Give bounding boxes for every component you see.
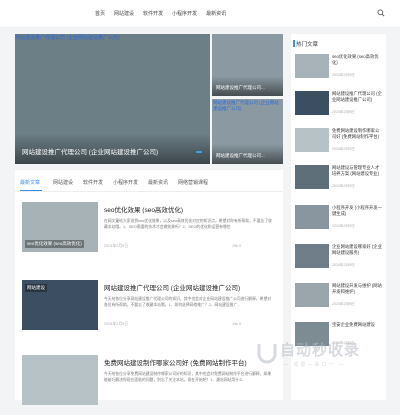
tab-news[interactable]: 最新资讯 bbox=[148, 179, 168, 186]
sidebar-article-date: 2024年2月9日 bbox=[332, 184, 355, 188]
active-tab-underline bbox=[20, 190, 42, 191]
sidebar-article-title[interactable]: 小程序开发 (小程序开发一键生成) bbox=[332, 205, 382, 223]
sidebar-article[interactable]: 网站建设与管理专业人才培养方案 (网站建设专业) 2024年2月9日 bbox=[295, 165, 383, 201]
nav-item-website[interactable]: 网站建设 bbox=[114, 10, 134, 17]
sidebar-title-marker bbox=[293, 40, 295, 47]
sidebar-article[interactable]: 网站建设推广代理公司 (企业网站建设推广公司) 2024年2月9日 bbox=[295, 91, 383, 127]
sidebar-article-title[interactable]: 企业网站建设哪家好 (企业网站建设服务) bbox=[332, 244, 382, 262]
sidebar-title: 热门文章 bbox=[296, 42, 319, 48]
sidebar-article[interactable]: 免费网站建设制作哪家公司好 (免费网站制作平台) 2024年2月9日 bbox=[295, 128, 383, 164]
watermark-subtext: — 收录—来口一 — bbox=[283, 362, 346, 368]
sidebar-article[interactable]: seo优化效果 (seo高效优化) 2024年2月9日 bbox=[295, 54, 383, 90]
article-thumbnail[interactable] bbox=[22, 355, 98, 405]
nav-item-software[interactable]: 软件开发 bbox=[143, 10, 163, 17]
side-card-caption[interactable]: 网站建设推广代理公司... bbox=[216, 85, 265, 91]
article-title[interactable]: 网站建设推广代理公司 (企业网站建设推广公司) bbox=[104, 282, 240, 292]
sidebar-article-date: 2024年2月9日 bbox=[332, 224, 355, 228]
sidebar-article-title[interactable]: 网站建设与管理专业人才培养方案 (网站建设专业) bbox=[332, 165, 382, 183]
main-nav: 首页 网站建设 软件开发 小程序开发 最新资讯 bbox=[95, 10, 226, 17]
tab-latest[interactable]: 最新文章 bbox=[20, 179, 40, 186]
sidebar-article-date: 2024年2月9日 bbox=[332, 110, 355, 114]
tab-marketing[interactable]: 网络营销课程 bbox=[178, 179, 208, 186]
article-tabs: 最新文章 网站建设 软件开发 小程序开发 最新资讯 网络营销课程 bbox=[15, 170, 283, 192]
hero-caption[interactable]: 网站建设推广代理公司 (企业网站建设推广公司) bbox=[22, 146, 158, 156]
sidebar-thumbnail[interactable] bbox=[295, 244, 329, 268]
article-title[interactable]: 免费网站建设制作哪家公司好 (免费网站制作平台) bbox=[104, 357, 247, 367]
article-thumbnail[interactable]: seo优化效果 (seo高效优化) bbox=[22, 202, 98, 252]
nav-item-miniprogram[interactable]: 小程序开发 bbox=[172, 10, 197, 17]
tab-miniprogram[interactable]: 小程序开发 bbox=[113, 179, 138, 186]
sidebar-article-date: 2024年2月9日 bbox=[332, 263, 355, 267]
sidebar-article-title[interactable]: seo优化效果 (seo高效优化) bbox=[332, 54, 382, 72]
hero-slider[interactable]: 网站建设推广代理公司 (企业网站建设推广公司) 网站建设推广代理公司 (企业网站… bbox=[15, 34, 210, 164]
sidebar-article[interactable]: 企业网站建设哪家好 (企业网站建设服务) 2024年2月9日 bbox=[295, 244, 383, 280]
thumbnail-label: 网站建设 bbox=[25, 284, 47, 292]
article-date: 2024年2月9日 bbox=[104, 244, 129, 248]
sidebar-article-title[interactable]: 网站建设推广代理公司 (企业网站建设推广公司) bbox=[332, 91, 382, 109]
sidebar-article-date: 2024年2月9日 bbox=[332, 147, 355, 151]
article-title[interactable]: seo优化效果 (seo高效优化) bbox=[104, 204, 183, 214]
watermark: 自动秒收录 — 收录—来口一 — bbox=[255, 336, 395, 376]
sidebar-thumbnail[interactable] bbox=[295, 165, 329, 189]
sidebar-thumbnail[interactable] bbox=[295, 91, 329, 115]
sidebar-article-title[interactable]: 免费网站建设制作哪家公司好 (免费网站制作平台) bbox=[332, 128, 382, 146]
article-item[interactable]: seo优化效果 (seo高效优化) seo优化效果 (seo高效优化) 在网文童… bbox=[22, 202, 278, 262]
article-item[interactable]: 网站建设 网站建设推广代理公司 (企业网站建设推广公司) 今天给各位分享网站建设… bbox=[22, 280, 278, 340]
nav-item-home[interactable]: 首页 bbox=[95, 10, 105, 17]
sidebar-thumbnail[interactable] bbox=[295, 128, 329, 152]
article-excerpt: 今天给各位分享免费网站建设制作哪家公司好的知识，其中也会对免费网站制作平台进行解… bbox=[104, 372, 272, 382]
article-meta: 19k 0 bbox=[232, 322, 242, 326]
sidebar-thumbnail[interactable] bbox=[295, 54, 329, 78]
tab-software[interactable]: 软件开发 bbox=[83, 179, 103, 186]
side-feature-card-1[interactable]: 网站建设推广代理公司... bbox=[212, 34, 283, 96]
tab-website[interactable]: 网站建设 bbox=[53, 179, 73, 186]
sidebar-article[interactable]: 网站建设开发与维护 (网站开发和维护) 2024年2月9日 bbox=[295, 283, 383, 319]
article-excerpt: 在网文童给大家说到seo优化效果，以及seo高效优化对应的知识点，希望对你有所帮… bbox=[104, 219, 272, 229]
article-thumbnail[interactable]: 网站建设 bbox=[22, 280, 98, 330]
side-feature-card-2[interactable]: 网站建设推广代理公司 (企业网站建设推广公司) 网站建设推广代理公司... bbox=[212, 99, 283, 164]
article-date: 2024年2月9日 bbox=[104, 322, 129, 326]
hero-image-alt: 网站建设推广代理公司 (企业网站建设推广公司) bbox=[15, 35, 120, 41]
thumbnail-label: seo优化效果 (seo高效优化) bbox=[25, 240, 84, 248]
sidebar-article[interactable]: 小程序开发 (小程序开发一键生成) 2024年2月9日 bbox=[295, 205, 383, 241]
search-icon[interactable] bbox=[377, 9, 385, 17]
top-navbar: 首页 网站建设 软件开发 小程序开发 最新资讯 bbox=[0, 0, 400, 28]
side-card-image-alt: 网站建设推广代理公司 (企业网站建设推广公司) bbox=[213, 100, 279, 111]
sidebar-article-title[interactable]: 网站建设开发与维护 (网站开发和维护) bbox=[332, 283, 382, 301]
article-meta: 19k 0 bbox=[232, 244, 242, 248]
watermark-logo-icon bbox=[257, 344, 277, 364]
article-item[interactable]: 免费网站建设制作哪家公司好 (免费网站制作平台) 今天给各位分享免费网站建设制作… bbox=[22, 355, 278, 415]
sidebar-article-date: 2024年2月9日 bbox=[332, 302, 355, 306]
nav-item-news[interactable]: 最新资讯 bbox=[206, 10, 226, 17]
article-list-panel: 最新文章 网站建设 软件开发 小程序开发 最新资讯 网络营销课程 seo优化效果… bbox=[15, 170, 283, 405]
sidebar-thumbnail[interactable] bbox=[295, 205, 329, 229]
sidebar-article-date: 2024年2月9日 bbox=[332, 73, 355, 77]
slider-indicator[interactable] bbox=[196, 151, 202, 153]
side-card-caption[interactable]: 网站建设推广代理公司... bbox=[216, 153, 265, 159]
watermark-text: 自动秒收录 bbox=[280, 342, 361, 359]
sidebar-thumbnail[interactable] bbox=[295, 283, 329, 307]
article-excerpt: 今天给各位分享网站建设推广代理公司的知识，其中也会对企业网站建设推广公司进行解释… bbox=[104, 297, 272, 307]
